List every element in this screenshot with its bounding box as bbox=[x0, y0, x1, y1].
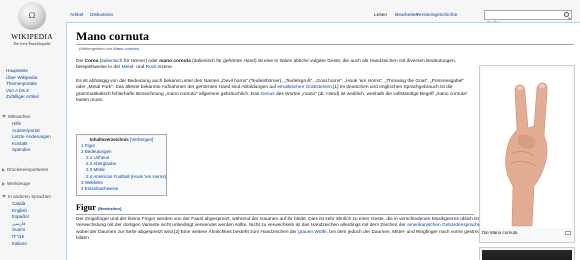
chevron-down-icon bbox=[2, 195, 6, 199]
intro-paragraph: Die Corna (italienisch für Hörner) oder … bbox=[76, 59, 474, 72]
tab-article[interactable]: Artikel bbox=[70, 13, 83, 18]
tab-history[interactable]: Versionsgeschichte bbox=[416, 13, 457, 18]
main-nav: Hauptseite Über Wikipedia Themenportale … bbox=[6, 68, 39, 101]
p1-text: -Szene. bbox=[156, 65, 174, 71]
search-icon[interactable] bbox=[564, 12, 569, 17]
nav-link-random-article[interactable]: Zufälliger Artikel bbox=[6, 94, 39, 101]
sidebar: Ω WIKIPEDIA Die freie Enzyklopädie Haupt… bbox=[0, 0, 64, 260]
lang-link-italian[interactable]: Italiano bbox=[12, 241, 29, 248]
image-thumbnail: Die Mano cornuta bbox=[479, 65, 575, 243]
chevron-right-icon bbox=[2, 181, 5, 186]
section-heading-figur: Figur [Bearbeiten] bbox=[76, 203, 121, 212]
nav-link-contact[interactable]: Kontakt bbox=[12, 141, 51, 148]
wikipedia-logo[interactable]: Ω WIKIPEDIA Die freie Enzyklopädie bbox=[8, 2, 56, 54]
link-metal[interactable]: Metal bbox=[122, 65, 134, 70]
search-box bbox=[484, 10, 572, 27]
nav-link-donate[interactable]: Spenden bbox=[12, 147, 51, 154]
link-rock[interactable]: Rock bbox=[146, 65, 157, 70]
lang-link-hebrew[interactable]: עברית bbox=[12, 234, 29, 241]
p1-text: ) oder bbox=[145, 59, 160, 64]
lang-link-catalan[interactable]: Català bbox=[12, 201, 29, 208]
term-corna: Corna bbox=[84, 59, 99, 64]
redirect-suffix: ) bbox=[137, 46, 140, 51]
toc-item[interactable]: 4 Einzelnachweise bbox=[81, 186, 162, 192]
p1-text: Die bbox=[76, 59, 85, 64]
portal-print-toggle[interactable]: Drucken/exportieren bbox=[2, 167, 48, 172]
names-paragraph: Es ist abhängig von der Bedeutung auch b… bbox=[76, 79, 474, 105]
section-divider bbox=[76, 214, 474, 215]
nav-link-recent-changes[interactable]: Letzte Änderungen bbox=[12, 134, 51, 141]
lang-link-finnish[interactable]: Suomi bbox=[12, 227, 29, 234]
term-mano-cornuta: mano cornuta bbox=[159, 59, 191, 64]
term-hoerner: Hörner bbox=[130, 59, 146, 64]
link-etruscan-graves[interactable]: etruskischen Grabsteinen bbox=[277, 85, 331, 90]
section-title: Figur bbox=[76, 203, 96, 212]
portal-print-heading: Drucken/exportieren bbox=[7, 167, 49, 172]
second-photo[interactable] bbox=[482, 250, 572, 260]
nav-link-a-to-z[interactable]: Von A bis Z bbox=[6, 88, 39, 95]
portal-tools-heading: Werkzeuge bbox=[7, 181, 31, 186]
portal-participate-toggle[interactable]: Mitmachen bbox=[2, 114, 30, 119]
hand-photo[interactable] bbox=[482, 68, 572, 228]
nav-link-portals[interactable]: Themenportale bbox=[6, 81, 39, 88]
portal-languages-heading: In anderen Sprachen bbox=[8, 194, 51, 199]
title-divider bbox=[76, 44, 574, 45]
section-edit-link[interactable]: [Bearbeiten] bbox=[98, 206, 121, 211]
nav-link-about[interactable]: Über Wikipedia bbox=[6, 75, 39, 82]
table-of-contents: Inhaltsverzeichnis [Verbergen] 1 Figur 2… bbox=[76, 134, 167, 196]
lang-link-english[interactable]: English bbox=[12, 208, 29, 215]
redirect-prefix: (Weitergeleitet von bbox=[79, 46, 114, 51]
logo-tagline: Die freie Enzyklopädie bbox=[13, 41, 51, 46]
languages-nav: Català English Español فارسی Suomi עברית… bbox=[12, 201, 29, 247]
tab-talk[interactable]: Diskussion bbox=[90, 13, 113, 18]
nav-link-main-page[interactable]: Hauptseite bbox=[6, 68, 39, 75]
mano-cornuta-hand-illustration bbox=[482, 68, 572, 228]
chevron-right-icon bbox=[2, 167, 5, 172]
enlarge-icon[interactable] bbox=[565, 231, 571, 235]
nav-link-help[interactable]: Hilfe bbox=[12, 121, 51, 128]
term-gehoernte-hand: gehörnte Hand bbox=[223, 59, 255, 64]
tab-read[interactable]: Lesen bbox=[374, 13, 387, 18]
participate-nav: Hilfe Autorenportal Letzte Änderungen Ko… bbox=[12, 121, 51, 154]
toc-item[interactable]: 2.4 American Football (Hook ’em Horns) bbox=[81, 174, 166, 180]
link-italian[interactable]: italienisch bbox=[101, 59, 122, 64]
image-caption: Die Mano cornuta bbox=[482, 230, 518, 235]
lang-link-persian[interactable]: فارسی bbox=[12, 221, 29, 228]
portal-languages-toggle[interactable]: In anderen Sprachen bbox=[2, 194, 51, 199]
redirect-note: (Weitergeleitet von Mano cornuto) bbox=[79, 46, 139, 51]
lang-link-spanish[interactable]: Español bbox=[12, 214, 29, 221]
page-title: Mano cornuta bbox=[76, 29, 149, 43]
chevron-down-icon bbox=[2, 115, 6, 119]
globe-icon: Ω bbox=[18, 2, 46, 30]
link-asl[interactable]: amerikanischen Gebärdensprache bbox=[407, 223, 480, 228]
second-image-thumbnail bbox=[479, 247, 575, 260]
link-genus[interactable]: Genus bbox=[261, 92, 275, 97]
p1-text: für bbox=[122, 59, 131, 64]
p1-text: (italienisch für bbox=[190, 59, 224, 64]
portal-participate-heading: Mitmachen bbox=[8, 114, 31, 119]
link-grey-wolves[interactable]: grauen Wölfe bbox=[298, 230, 327, 235]
p1-text: - und bbox=[133, 65, 146, 71]
tab-edit[interactable]: Bearbeiten bbox=[395, 13, 418, 18]
toc-title: Inhaltsverzeichnis bbox=[89, 137, 129, 142]
logo-wordmark: WIKIPEDIA bbox=[11, 32, 53, 41]
article-content: Mano cornuta (Weitergeleitet von Mano co… bbox=[66, 22, 580, 260]
portal-tools-toggle[interactable]: Werkzeuge bbox=[2, 181, 30, 186]
redirect-link[interactable]: Mano cornuto bbox=[113, 46, 137, 51]
toc-toggle-link[interactable]: [Verbergen] bbox=[130, 137, 153, 142]
